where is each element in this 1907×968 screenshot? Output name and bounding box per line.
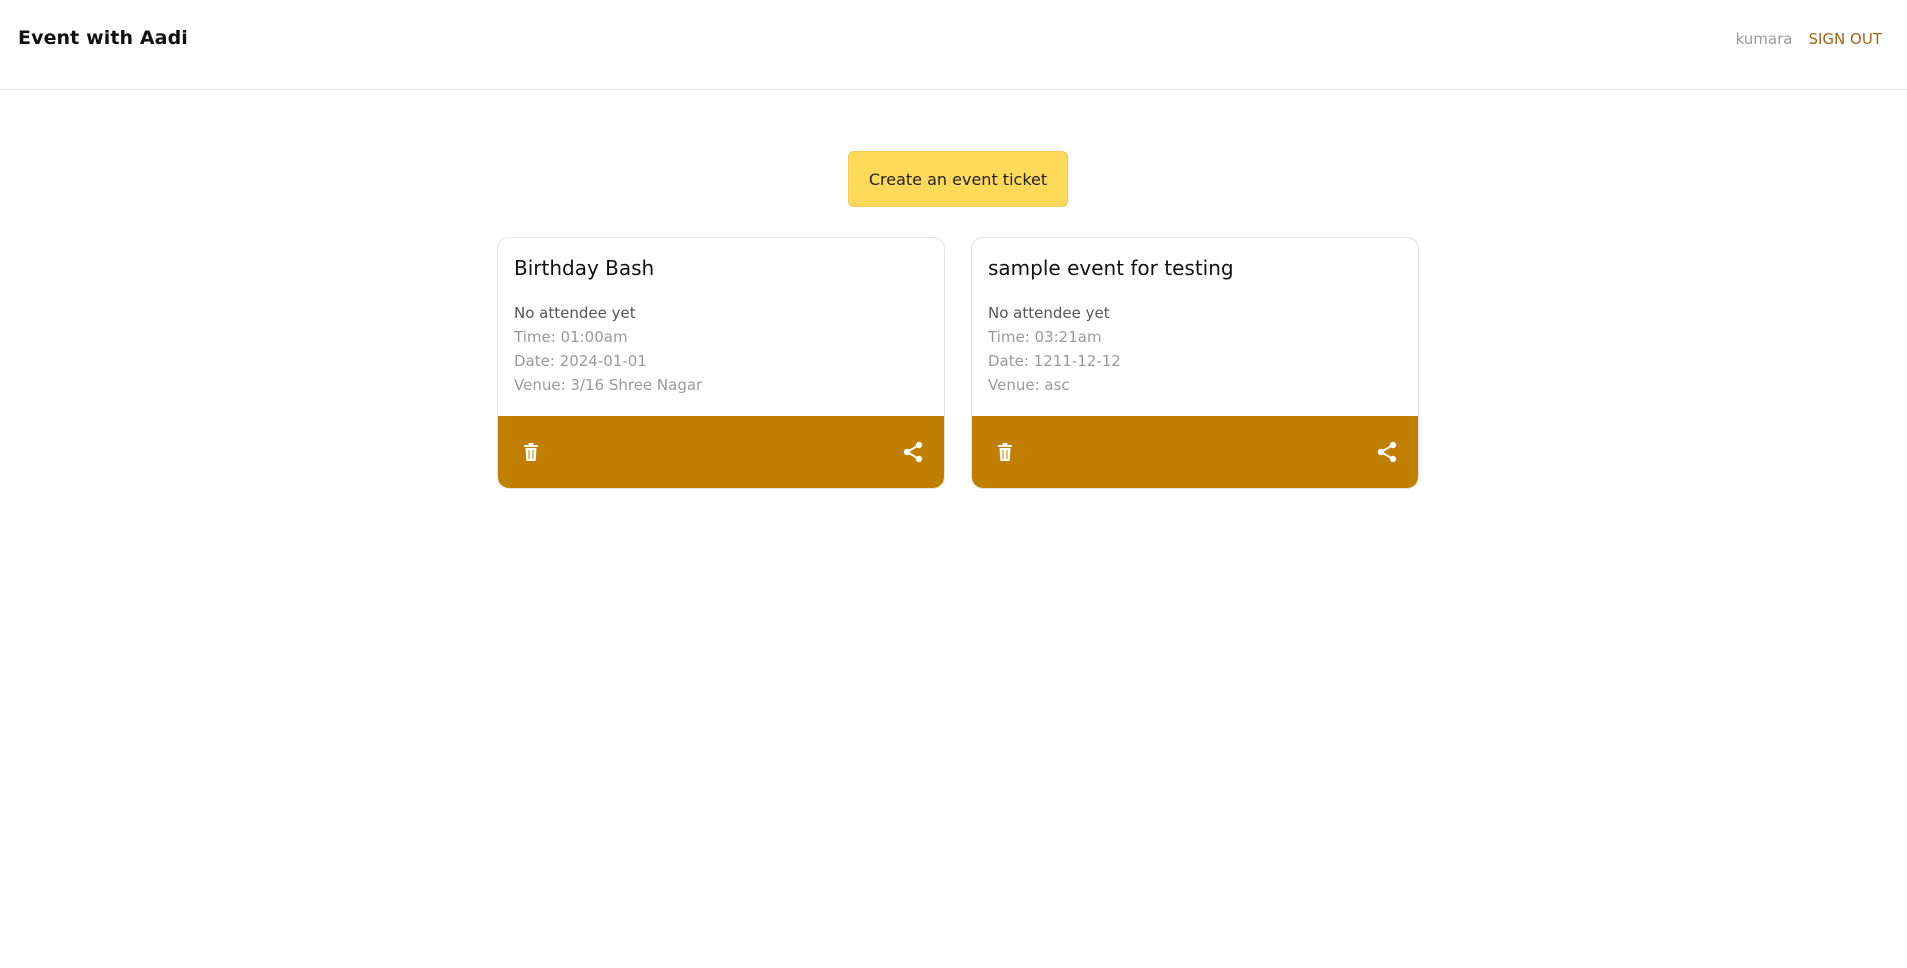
event-venue: Venue: 3/16 Shree Nagar — [514, 376, 703, 394]
event-card-body: sample event for testing No attendee yet… — [972, 238, 1418, 418]
event-card-footer — [972, 416, 1418, 488]
event-time: Time: 01:00am — [514, 328, 628, 346]
username-label: kumara — [1735, 30, 1793, 48]
user-area: kumara SIGN OUT — [1736, 30, 1882, 48]
brand-title[interactable]: Event with Aadi — [18, 27, 188, 49]
event-card: Birthday Bash No attendee yet Time: 01:0… — [497, 237, 945, 489]
event-date: Date: 2024-01-01 — [514, 352, 647, 370]
event-card-footer — [498, 416, 944, 488]
event-title: sample event for testing — [988, 256, 1234, 280]
event-attendees: No attendee yet — [988, 304, 1110, 322]
event-card-body: Birthday Bash No attendee yet Time: 01:0… — [498, 238, 944, 418]
create-event-ticket-button[interactable]: Create an event ticket — [848, 151, 1068, 207]
event-date: Date: 1211-12-12 — [988, 352, 1121, 370]
sign-out-button[interactable]: SIGN OUT — [1808, 30, 1882, 48]
trash-icon[interactable] — [992, 439, 1018, 465]
event-card: sample event for testing No attendee yet… — [971, 237, 1419, 489]
share-icon[interactable] — [1374, 439, 1400, 465]
top-navbar: Event with Aadi kumara SIGN OUT — [0, 0, 1907, 90]
event-attendees: No attendee yet — [514, 304, 636, 322]
event-time: Time: 03:21am — [988, 328, 1102, 346]
event-venue: Venue: asc — [988, 376, 1070, 394]
event-title: Birthday Bash — [514, 256, 655, 280]
share-icon[interactable] — [900, 439, 926, 465]
trash-icon[interactable] — [518, 439, 544, 465]
